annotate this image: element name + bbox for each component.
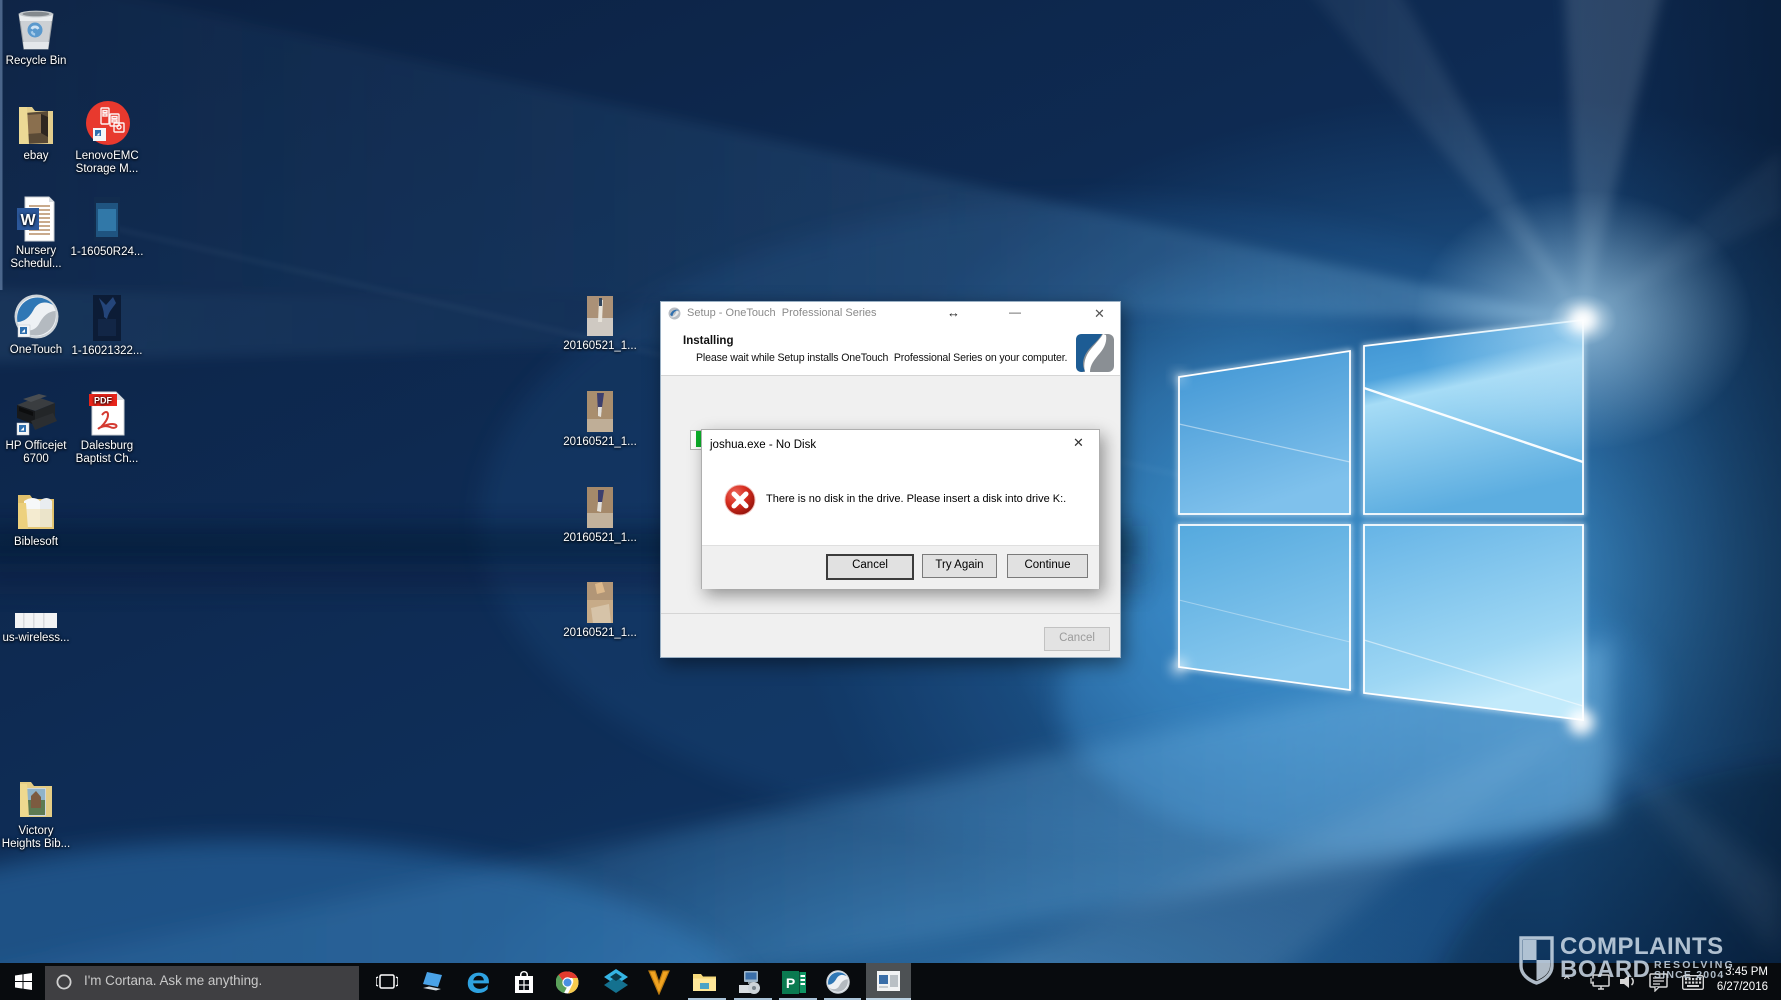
svg-text:PDF: PDF bbox=[94, 396, 113, 406]
svg-text:P: P bbox=[786, 975, 795, 991]
svg-text:W: W bbox=[20, 212, 36, 229]
